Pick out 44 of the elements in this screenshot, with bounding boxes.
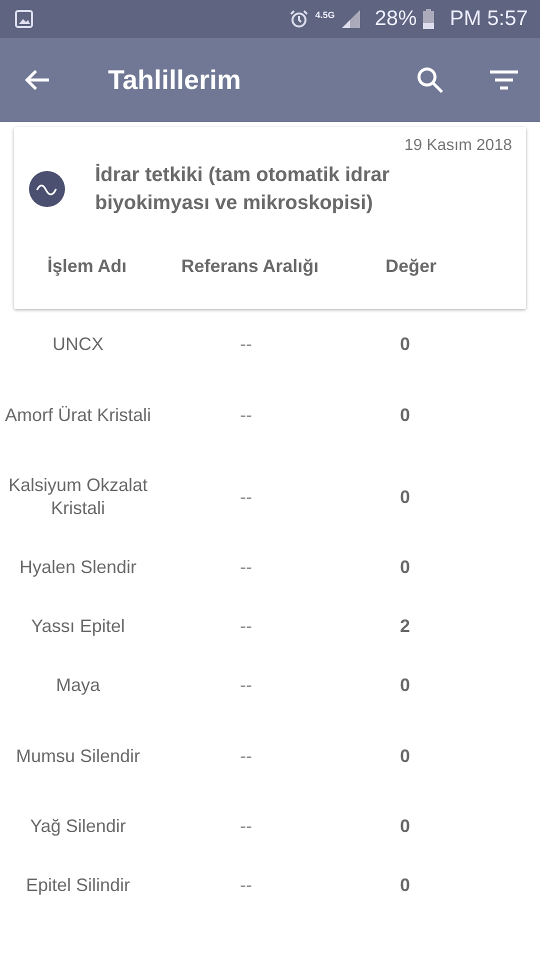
search-icon[interactable] <box>416 66 444 94</box>
test-name: Maya <box>54 674 101 697</box>
battery-icon <box>422 9 434 29</box>
test-name: Kalsiyum Okzalat Kristali <box>7 474 149 520</box>
reference-range: -- <box>239 333 253 356</box>
reference-range: -- <box>239 556 253 579</box>
back-arrow-icon[interactable] <box>24 69 50 91</box>
network-label: 4.5G <box>315 10 335 20</box>
reference-range: -- <box>239 674 253 697</box>
reference-range: -- <box>239 404 253 426</box>
column-header: Referans Aralığı <box>180 254 320 278</box>
test-value: 0 <box>398 815 411 838</box>
image-icon <box>14 9 34 29</box>
test-value: 0 <box>398 674 411 697</box>
wave-icon <box>29 171 65 207</box>
test-value: 0 <box>398 333 411 356</box>
column-header: İşlem Adı <box>46 254 128 278</box>
test-value: 0 <box>398 486 411 508</box>
test-date: 19 Kasım 2018 <box>403 137 513 155</box>
test-value: 0 <box>398 744 411 768</box>
test-name: Epitel Silindir <box>24 874 132 897</box>
reference-range: -- <box>239 815 253 838</box>
filter-icon[interactable] <box>490 70 518 90</box>
test-value: 2 <box>398 615 411 638</box>
test-name: Yassı Epitel <box>30 615 126 638</box>
test-name: Amorf Ürat Kristali <box>4 404 152 426</box>
test-name: Yağ Silendir <box>29 815 127 838</box>
test-value: 0 <box>398 404 411 426</box>
column-header: Değer <box>384 254 438 278</box>
test-name: Hyalen Slendir <box>18 556 138 579</box>
test-name: Mumsu Silendir <box>14 744 142 768</box>
screen-title: Tahlillerim <box>108 64 242 96</box>
test-name: UNCX <box>51 333 104 356</box>
reference-range: -- <box>239 486 253 508</box>
alarm-icon <box>289 9 310 29</box>
clock: PM 5:57 <box>450 7 528 31</box>
test-value: 0 <box>398 874 411 897</box>
reference-range: -- <box>239 615 253 638</box>
reference-range: -- <box>239 874 253 897</box>
signal-icon <box>340 10 361 28</box>
battery-percent: 28% <box>374 7 417 31</box>
test-value: 0 <box>398 556 411 579</box>
test-title: İdrar tetkiki (tam otomatik idrar biyokimyası ve mikroskopisi) <box>95 162 391 216</box>
reference-range: -- <box>239 744 253 768</box>
